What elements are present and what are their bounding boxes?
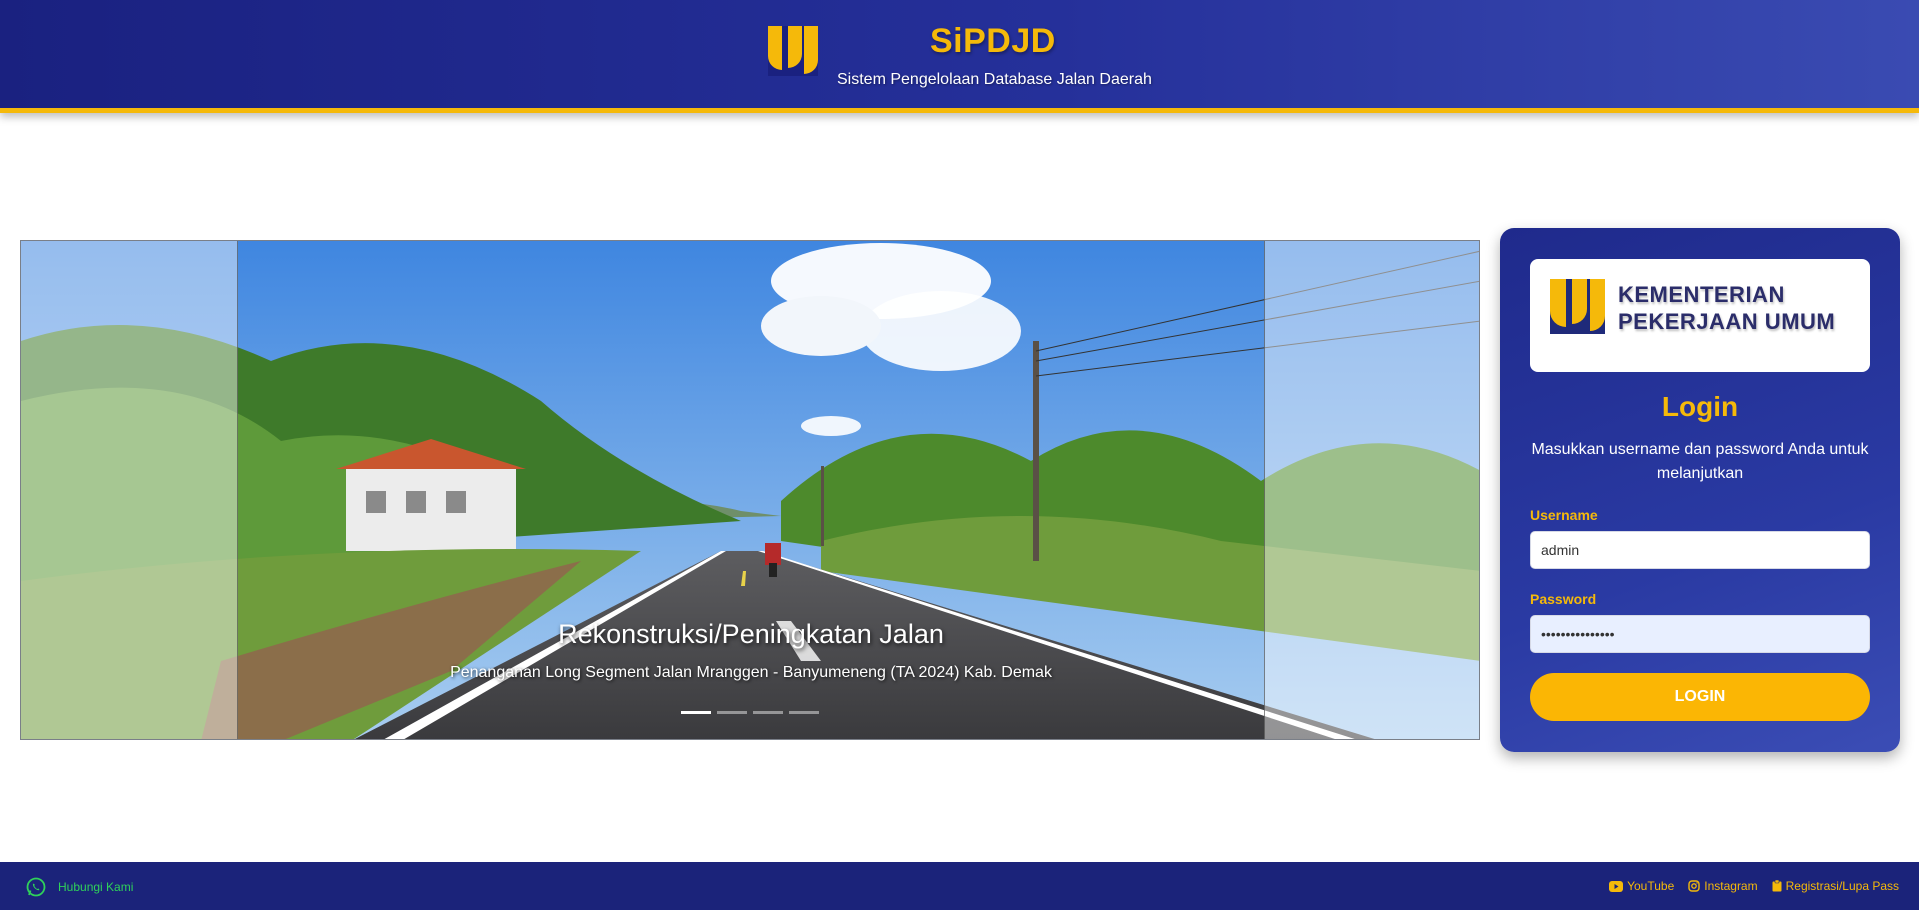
login-button[interactable]: LOGIN <box>1530 673 1870 721</box>
register-link[interactable]: Registrasi/Lupa Pass <box>1772 879 1899 893</box>
youtube-icon <box>1609 880 1624 892</box>
login-title: Login <box>1661 391 1739 422</box>
pupr-logo-icon <box>1550 279 1605 334</box>
contact-label: Hubungi Kami <box>58 880 134 894</box>
carousel-caption-title: Rekonstruksi/Peningkatan Jalan <box>558 619 944 649</box>
app-title: SiPDJD <box>930 22 1056 60</box>
contact-link[interactable]: Hubungi Kami <box>26 877 133 897</box>
ministry-brand: KEMENTERIAN PEKERJAAN UMUM <box>1530 259 1870 372</box>
carousel-indicators <box>681 711 821 715</box>
carousel-caption-subtitle: Penanganan Long Segment Jalan Mranggen -… <box>450 664 1052 681</box>
footer-links: YouTube Instagram Registrasi/Lupa Pass <box>1609 879 1899 893</box>
footer: Hubungi Kami YouTube Instagram Registras… <box>0 862 1919 910</box>
instagram-icon <box>1688 880 1700 892</box>
carousel-indicator[interactable] <box>681 711 711 714</box>
app-subtitle: Sistem Pengelolaan Database Jalan Daerah <box>837 71 1152 88</box>
carousel-indicator[interactable] <box>789 711 819 714</box>
top-header: SiPDJD Sistem Pengelolaan Database Jalan… <box>0 0 1919 113</box>
password-label: Password <box>1530 591 1597 607</box>
register-label: Registrasi/Lupa Pass <box>1785 879 1899 893</box>
youtube-link[interactable]: YouTube <box>1609 879 1674 893</box>
whatsapp-icon <box>26 877 46 897</box>
ministry-name-line2: PEKERJAAN UMUM <box>1618 309 1836 334</box>
clipboard-icon <box>1772 880 1782 892</box>
login-description: Masukkan username dan password Anda untu… <box>1531 441 1869 482</box>
instagram-label: Instagram <box>1704 879 1758 893</box>
youtube-label: YouTube <box>1627 879 1675 893</box>
image-carousel[interactable]: Rekonstruksi/Peningkatan Jalan Penangana… <box>20 240 1480 740</box>
pupr-logo-icon <box>768 26 818 76</box>
login-page: SiPDJD Sistem Pengelolaan Database Jalan… <box>0 0 1919 910</box>
carousel-indicator[interactable] <box>753 711 783 714</box>
login-card: KEMENTERIAN PEKERJAAN UMUM Login Masukka… <box>1500 228 1900 752</box>
ministry-name-line1: KEMENTERIAN <box>1618 282 1785 307</box>
carousel-indicator[interactable] <box>717 711 747 714</box>
instagram-link[interactable]: Instagram <box>1688 879 1758 893</box>
password-input[interactable] <box>1530 615 1870 653</box>
username-label: Username <box>1530 507 1598 523</box>
ministry-name: KEMENTERIAN PEKERJAAN UMUM <box>1618 281 1835 335</box>
username-input[interactable] <box>1530 531 1870 569</box>
